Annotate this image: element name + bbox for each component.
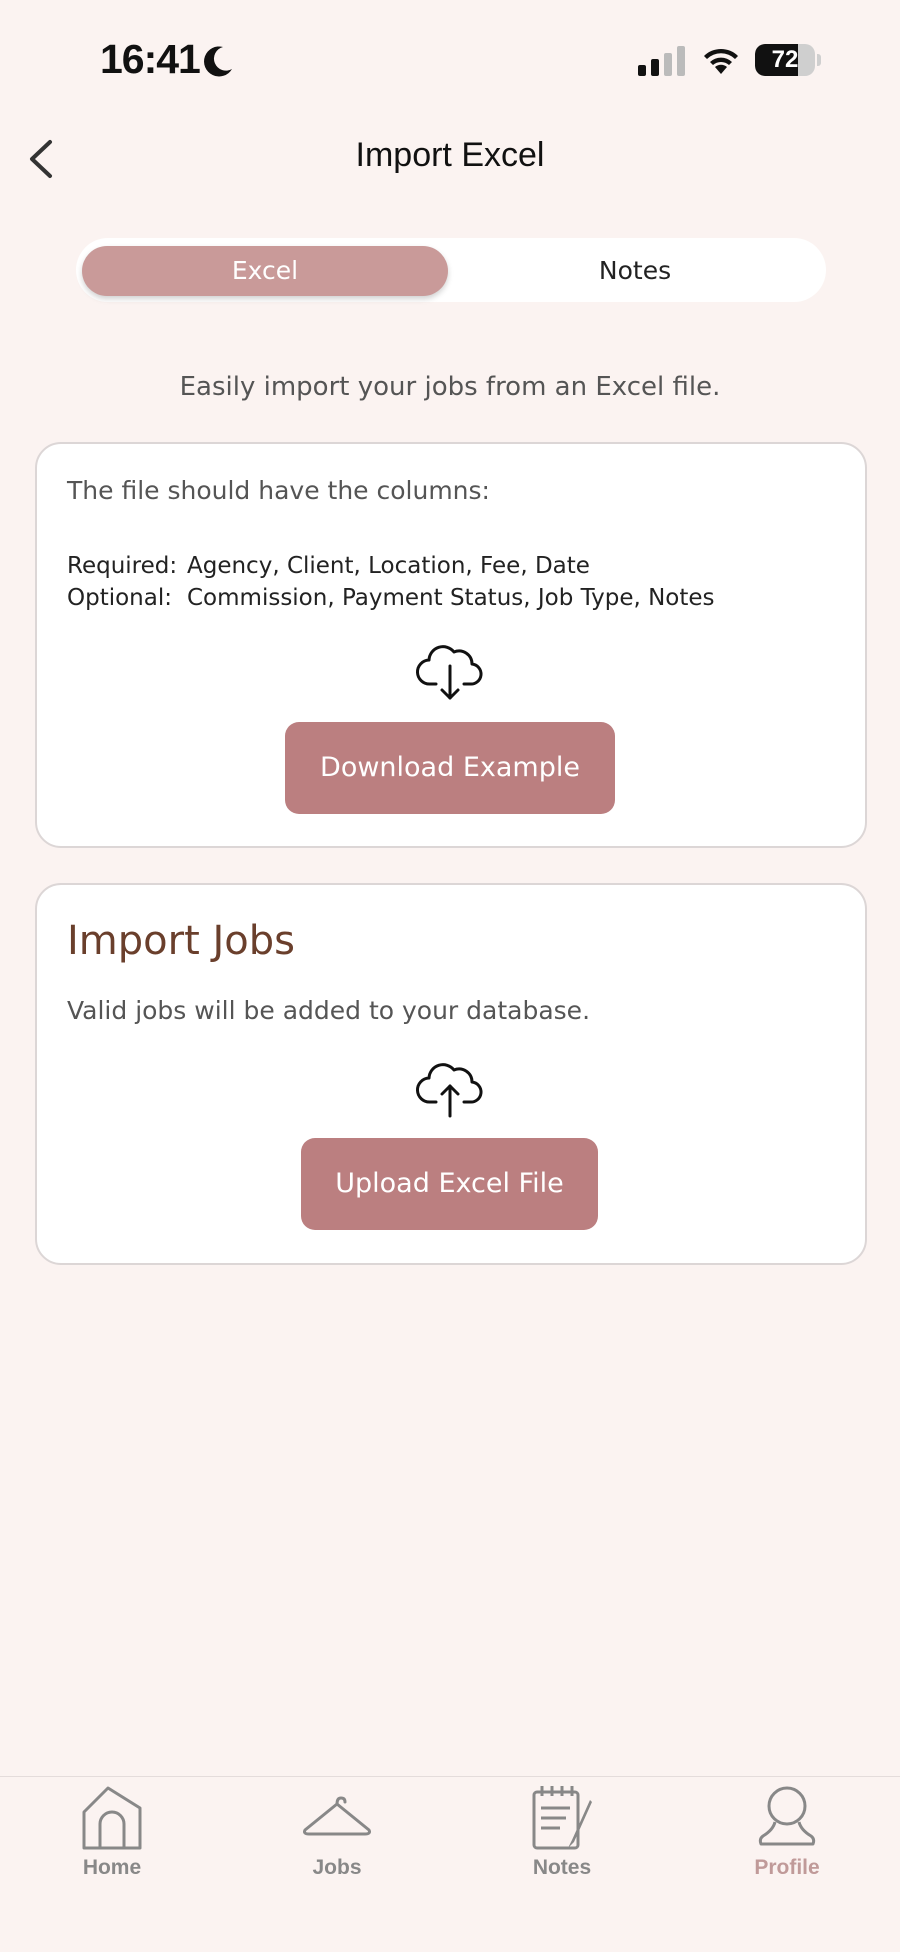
- moon-icon: [204, 46, 232, 77]
- wifi-icon: [704, 48, 738, 74]
- required-label: Required:: [67, 553, 178, 579]
- cloud-download-icon: [416, 645, 483, 700]
- battery-level: 72: [771, 46, 799, 73]
- home-icon: [82, 1786, 142, 1850]
- import-jobs-title: Import Jobs: [67, 918, 295, 964]
- nav-item-notes[interactable]: Notes: [482, 1784, 642, 1880]
- upload-excel-button[interactable]: Upload Excel File: [301, 1138, 598, 1230]
- nav-item-home[interactable]: Home: [32, 1784, 192, 1880]
- nav-label-profile: Profile: [754, 1856, 820, 1879]
- person-icon: [758, 1786, 816, 1846]
- optional-columns: Commission, Payment Status, Job Type, No…: [187, 585, 715, 611]
- signal-icon: [638, 46, 685, 76]
- nav-item-jobs[interactable]: Jobs: [257, 1784, 417, 1880]
- cloud-upload-icon: [416, 1063, 483, 1118]
- tab-excel[interactable]: Excel: [82, 246, 448, 296]
- page-title: Import Excel: [355, 136, 545, 174]
- intro-text: Easily import your jobs from an Excel fi…: [179, 372, 721, 402]
- nav-item-profile[interactable]: Profile: [707, 1784, 867, 1880]
- import-jobs-description: Valid jobs will be added to your databas…: [67, 996, 591, 1025]
- notepad-icon: [532, 1786, 592, 1850]
- optional-label: Optional:: [67, 585, 172, 611]
- nav-label-jobs: Jobs: [312, 1856, 362, 1879]
- battery-icon: 72: [755, 44, 821, 76]
- download-example-button[interactable]: Download Example: [285, 722, 615, 814]
- required-columns: Agency, Client, Location, Fee, Date: [187, 553, 590, 579]
- columns-intro: The file should have the columns:: [67, 476, 490, 505]
- hanger-icon: [303, 1796, 371, 1836]
- tab-notes[interactable]: Notes: [450, 246, 820, 296]
- status-time: 16:41: [100, 36, 201, 82]
- nav-label-home: Home: [82, 1856, 142, 1879]
- nav-label-notes: Notes: [532, 1856, 592, 1879]
